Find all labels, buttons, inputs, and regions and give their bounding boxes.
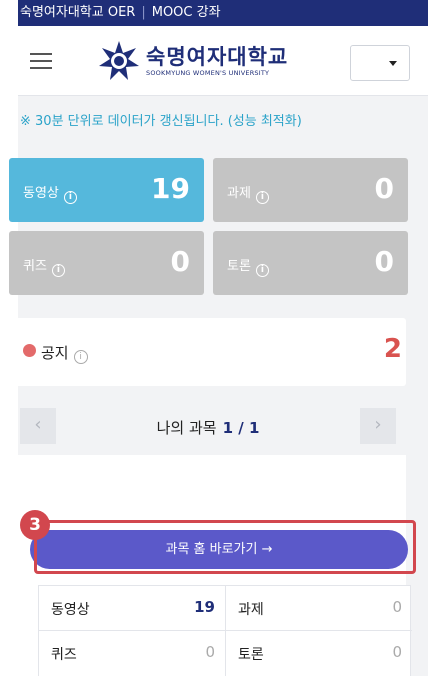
course-pager: ‹ 나의 과목 1 / 1 ›	[20, 408, 396, 444]
info-icon[interactable]: i	[73, 350, 88, 364]
tile-video-count: 19	[151, 172, 190, 205]
announcement-card[interactable]: 공지 i 2	[9, 318, 406, 386]
tutorial-highlight-box	[34, 520, 416, 574]
info-icon[interactable]: i	[255, 264, 269, 277]
section-title[interactable]: MOOC 강좌	[152, 5, 221, 20]
stat-cell-discussion: 토론 0	[225, 631, 412, 676]
site-title[interactable]: 숙명여자대학교 OER	[20, 5, 135, 20]
stat-discussion-label: 토론	[238, 647, 264, 663]
tile-quiz[interactable]: 퀴즈 i 0	[9, 231, 204, 295]
course-pager-title: 나의 과목 1 / 1	[20, 417, 396, 438]
stat-discussion-value: 0	[392, 643, 402, 661]
tile-video[interactable]: 동영상 i 19	[9, 158, 204, 222]
stat-quiz-label: 퀴즈	[51, 647, 77, 663]
stat-video-value: 19	[194, 598, 215, 616]
info-icon[interactable]: i	[63, 191, 77, 204]
stat-cell-video: 동영상 19	[39, 586, 225, 631]
stat-cell-quiz: 퀴즈 0	[39, 631, 225, 676]
stat-assignment-value: 0	[392, 598, 402, 616]
announcement-dot-icon	[23, 344, 36, 357]
step-marker: 3	[20, 510, 50, 540]
chevron-down-icon	[389, 61, 397, 66]
logo-english-text: SOOKMYUNG WOMEN'S UNIVERSITY	[146, 68, 270, 77]
stat-quiz-value: 0	[205, 643, 215, 661]
tile-assignment[interactable]: 과제 i 0	[213, 158, 408, 222]
tile-discussion[interactable]: 토론 i 0	[213, 231, 408, 295]
tile-video-label: 동영상	[23, 186, 59, 201]
tile-discussion-count: 0	[374, 245, 394, 278]
tile-assignment-label: 과제	[227, 186, 251, 201]
my-courses-label: 나의 과목	[156, 419, 217, 437]
stat-cell-assignment: 과제 0	[225, 586, 412, 631]
header-select[interactable]	[350, 45, 410, 81]
site-header: 숙명여자대학교 SOOKMYUNG WOMEN'S UNIVERSITY	[18, 26, 428, 96]
topbar-separator: |	[141, 5, 146, 20]
info-icon[interactable]: i	[255, 191, 269, 204]
course-page-indicator: 1 / 1	[222, 419, 260, 437]
announcement-count: 2	[383, 334, 402, 364]
announcement-label: 공지	[41, 344, 69, 362]
refresh-notice: ※ 30분 단위로 데이터가 갱신됩니다. (성능 최적화)	[20, 114, 302, 129]
tile-discussion-label: 토론	[227, 259, 251, 274]
stat-assignment-label: 과제	[238, 602, 264, 618]
university-emblem-icon	[99, 41, 139, 80]
course-stats-table: 동영상 19 과제 0 퀴즈 0 토론 0	[38, 585, 412, 676]
logo-korean-text: 숙명여자대학교	[146, 44, 289, 69]
tile-quiz-label: 퀴즈	[23, 259, 47, 274]
hamburger-icon[interactable]	[30, 53, 52, 69]
university-logo[interactable]: 숙명여자대학교 SOOKMYUNG WOMEN'S UNIVERSITY	[98, 38, 288, 84]
info-icon[interactable]: i	[51, 264, 65, 277]
tile-quiz-count: 0	[170, 245, 190, 278]
top-bar: 숙명여자대학교 OER | MOOC 강좌	[18, 0, 428, 26]
chevron-right-icon[interactable]: ›	[360, 408, 396, 444]
stat-video-label: 동영상	[51, 602, 90, 618]
tile-assignment-count: 0	[374, 172, 394, 205]
